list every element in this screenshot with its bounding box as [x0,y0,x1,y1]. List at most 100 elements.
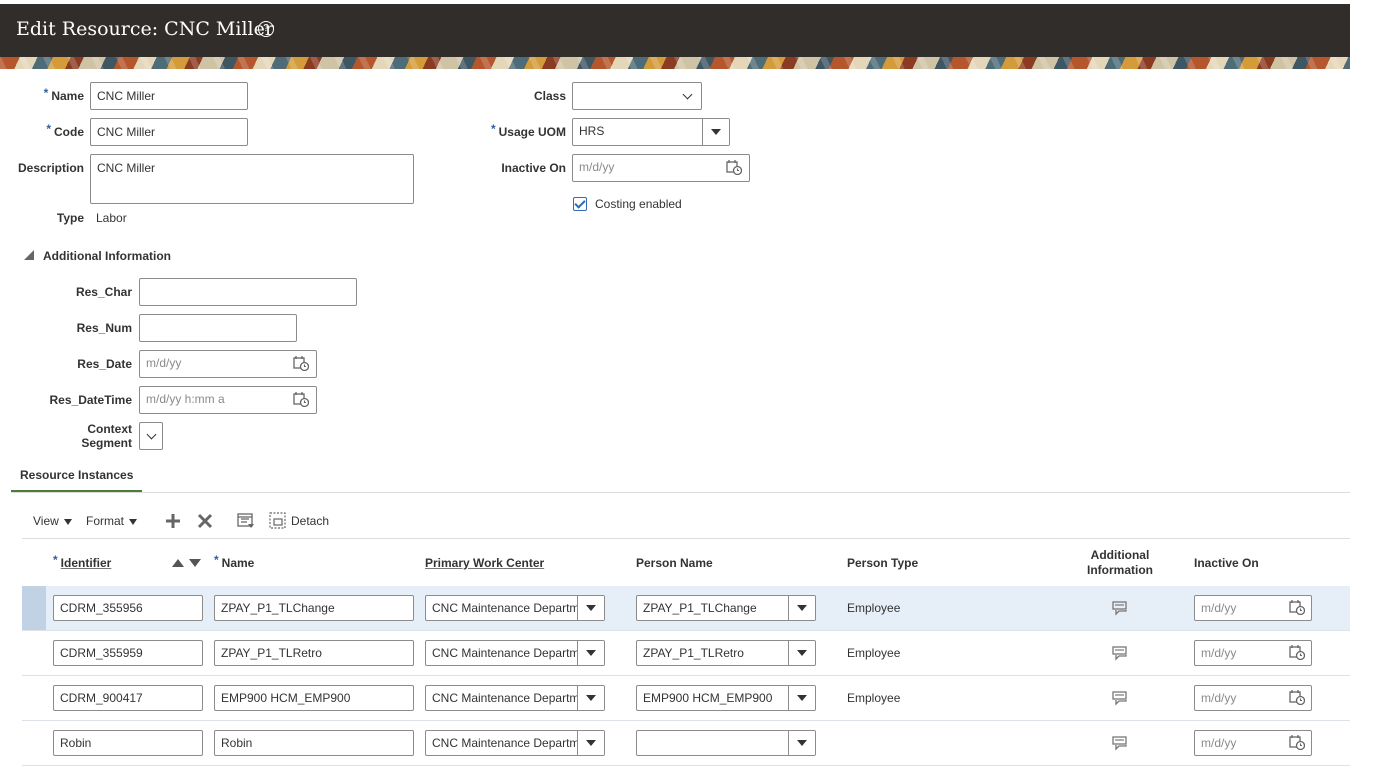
triangle-down-icon [586,740,596,746]
tab-resource-instances[interactable]: Resource Instances [20,468,133,482]
inactive-on-input[interactable]: m/d/yy [572,154,750,182]
additional-info-icon[interactable] [1112,735,1128,751]
context-segment-select[interactable] [139,422,163,450]
res-char-input[interactable] [139,278,357,306]
description-textarea[interactable]: CNC Miller [90,154,414,204]
triangle-down-icon [797,695,807,701]
res-date-label: Res_Date [77,357,132,371]
calendar-icon[interactable] [1289,599,1305,615]
identifier-input[interactable]: Robin [53,730,203,756]
dropdown-button[interactable] [577,731,604,755]
inactive-on-placeholder: m/d/yy [1201,646,1237,660]
add-icon[interactable] [165,513,181,529]
row-selection-marker [22,586,46,630]
col-inactive-on[interactable]: Inactive On [1194,556,1259,570]
additional-info-icon[interactable] [1112,690,1128,706]
calendar-icon[interactable] [293,391,309,407]
calendar-icon[interactable] [1289,734,1305,750]
class-label: Class [533,89,566,103]
name-label: * Name [43,86,84,103]
detach-button[interactable]: Detach [291,514,329,528]
help-icon[interactable]: ? [258,21,274,37]
dropdown-button[interactable] [788,641,815,665]
work-center-select[interactable]: CNC Maintenance Departm [425,640,605,666]
usage-uom-value: HRS [579,124,605,138]
class-select[interactable] [572,82,702,110]
person-name-select[interactable]: ZPAY_P1_TLRetro [636,640,816,666]
view-menu[interactable]: View [33,514,72,528]
additional-info-title[interactable]: Additional Information [43,249,171,263]
tab-divider [11,492,1350,493]
dropdown-button[interactable] [788,596,815,620]
description-label: Description [17,161,84,175]
dropdown-button[interactable] [577,596,604,620]
person-name-select[interactable]: ZPAY_P1_TLChange [636,595,816,621]
col-person-type[interactable]: Person Type [847,556,918,570]
inactive-on-label: Inactive On [501,161,566,175]
res-num-input[interactable] [139,314,297,342]
col-additional-line1: Additional [1090,548,1150,562]
additional-info-icon[interactable] [1112,600,1128,616]
usage-uom-select[interactable]: HRS [572,118,730,146]
work-center-value: CNC Maintenance Departm [432,691,580,705]
col-primary-work-center[interactable]: Primary Work Center [425,556,544,570]
sort-ascending-icon[interactable] [172,559,184,567]
additional-info-icon[interactable] [1112,645,1128,661]
name-input[interactable]: ZPAY_P1_TLChange [214,595,414,621]
person-name-value: EMP900 HCM_EMP900 [643,691,773,705]
name-input[interactable]: ZPAY_P1_TLRetro [214,640,414,666]
delete-icon[interactable] [197,513,213,529]
costing-enabled-checkbox[interactable] [573,197,587,211]
calendar-icon[interactable] [293,355,309,371]
calendar-icon[interactable] [1289,689,1305,705]
work-center-select[interactable]: CNC Maintenance Departm [425,595,605,621]
name-input[interactable]: CNC Miller [90,82,248,110]
usage-uom-label: * Usage UOM [490,122,566,139]
sort-descending-icon[interactable] [189,559,201,567]
format-menu[interactable]: Format [86,514,138,528]
res-datetime-input[interactable]: m/d/yy h:mm a [139,386,317,414]
work-center-value: CNC Maintenance Departm [432,736,580,750]
res-datetime-placeholder: m/d/yy h:mm a [146,392,225,406]
col-person-name[interactable]: Person Name [636,556,713,570]
work-center-select[interactable]: CNC Maintenance Departm [425,685,605,711]
table-top-border [22,538,1350,539]
dropdown-button[interactable] [788,731,815,755]
triangle-down-icon [711,129,721,135]
identifier-input[interactable]: CDRM_900417 [53,685,203,711]
page-header: Edit Resource: CNC Miller ? [0,4,1350,57]
person-name-value: ZPAY_P1_TLRetro [643,646,744,660]
type-label: Type [56,211,84,225]
detach-icon[interactable] [269,512,286,529]
dropdown-button[interactable] [577,641,604,665]
collapse-triangle-icon[interactable] [24,250,34,260]
code-input[interactable]: CNC Miller [90,118,248,146]
col-additional-information[interactable]: Additional Information [1070,548,1170,578]
res-char-label: Res_Char [75,285,132,299]
chevron-down-icon [146,429,157,440]
dropdown-button[interactable] [702,119,729,145]
calendar-icon[interactable] [1289,644,1305,660]
person-name-value: ZPAY_P1_TLChange [643,601,757,615]
freeze-icon[interactable] [237,513,255,529]
inactive-on-placeholder: m/d/yy [579,160,615,174]
res-date-input[interactable]: m/d/yy [139,350,317,378]
name-input[interactable]: Robin [214,730,414,756]
col-name[interactable]: * Name [214,553,254,570]
col-identifier[interactable]: * Identifier [53,553,111,570]
identifier-input[interactable]: CDRM_355959 [53,640,203,666]
person-type-value: Employee [847,691,901,705]
res-datetime-label: Res_DateTime [49,393,133,407]
identifier-input[interactable]: CDRM_355956 [53,595,203,621]
dropdown-button[interactable] [788,686,815,710]
dropdown-button[interactable] [577,686,604,710]
calendar-icon[interactable] [726,159,742,175]
person-name-select[interactable] [636,730,816,756]
res-num-label: Res_Num [76,321,132,335]
name-input[interactable]: EMP900 HCM_EMP900 [214,685,414,711]
person-name-select[interactable]: EMP900 HCM_EMP900 [636,685,816,711]
triangle-down-icon [586,605,596,611]
work-center-select[interactable]: CNC Maintenance Departm [425,730,605,756]
triangle-down-icon [797,605,807,611]
row-divider [22,765,1350,766]
